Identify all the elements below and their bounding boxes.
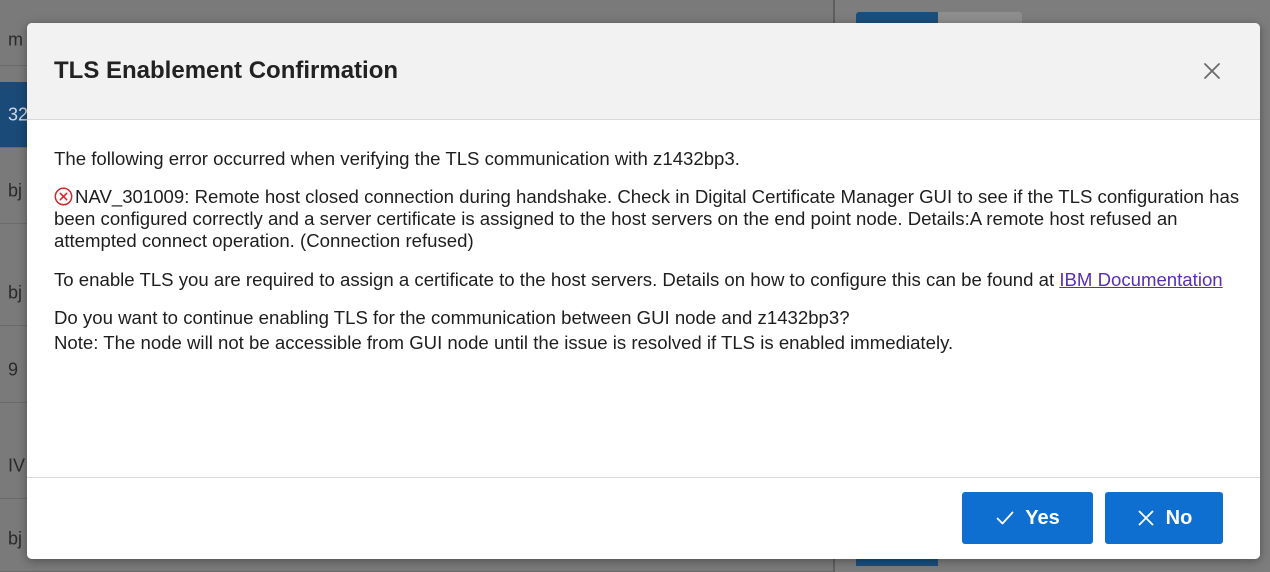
note-text: Note: The node will not be accessible fr… [54, 332, 954, 353]
no-button[interactable]: No [1105, 492, 1223, 544]
table-row-text: bj [8, 528, 23, 548]
dialog-footer: Yes No [27, 477, 1260, 559]
no-button-label: No [1165, 506, 1193, 529]
yes-button-label: Yes [1025, 506, 1060, 529]
tls-confirmation-dialog: TLS Enablement Confirmation The followin… [27, 23, 1260, 559]
table-row-text: bj [8, 282, 23, 302]
dialog-header: TLS Enablement Confirmation [27, 23, 1260, 120]
table-row-text: m [8, 29, 23, 50]
ibm-documentation-link[interactable]: IBM Documentation [1059, 269, 1222, 290]
dialog-body: The following error occurred when verify… [54, 148, 1244, 354]
instructions-text: To enable TLS you are required to assign… [54, 269, 1244, 291]
table-row-text: 32 [8, 104, 29, 124]
table-row-text: 9 [8, 359, 19, 379]
error-message: NAV_301009: Remote host closed connectio… [54, 186, 1244, 252]
confirmation-question: Do you want to continue enabling TLS for… [54, 307, 850, 328]
error-message-text: NAV_301009: Remote host closed connectio… [54, 186, 1240, 251]
table-row-text: IV [8, 455, 26, 475]
yes-button[interactable]: Yes [962, 492, 1093, 544]
error-circle-icon [54, 187, 73, 206]
intro-text: The following error occurred when verify… [54, 148, 740, 169]
instructions-prefix: To enable TLS you are required to assign… [54, 269, 1060, 290]
x-icon [1136, 508, 1156, 528]
close-icon[interactable] [1200, 59, 1224, 83]
table-row-text: bj [8, 180, 23, 200]
checkmark-icon [995, 508, 1015, 528]
dialog-title: TLS Enablement Confirmation [54, 57, 399, 84]
